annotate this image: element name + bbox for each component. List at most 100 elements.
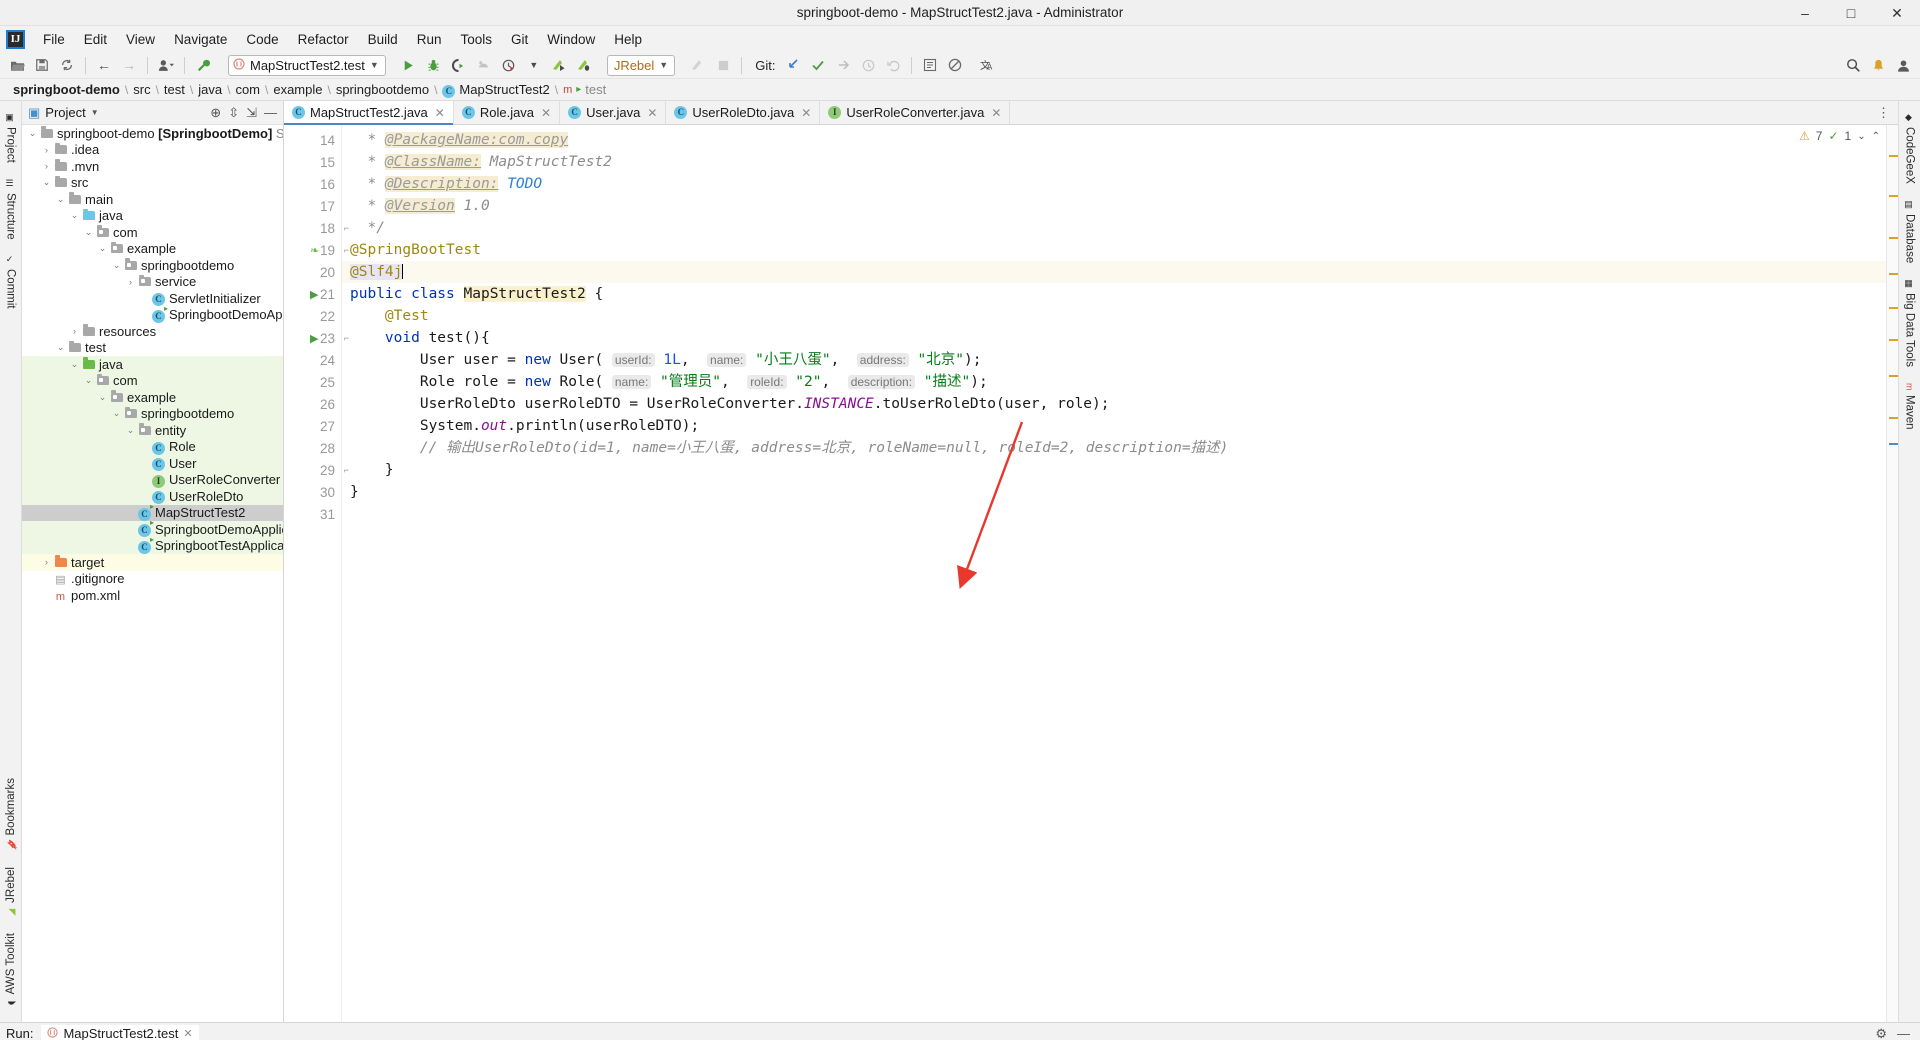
menu-file[interactable]: File [34,29,74,50]
sidebar-tab-jrebel[interactable]: ◣ JRebel [2,859,20,925]
push-icon[interactable] [832,54,854,76]
tree-node-entity[interactable]: ⌄ entity [22,422,283,439]
minimize-button[interactable]: – [1782,0,1828,26]
gutter-line-20[interactable]: 20⌐ [284,261,349,283]
menu-help[interactable]: Help [605,29,651,50]
editor-marker[interactable] [1889,375,1898,377]
chevron-up-icon[interactable]: ⌃ [1872,131,1880,142]
no-entry-icon[interactable] [944,54,966,76]
rollback-icon[interactable] [882,54,904,76]
gutter-line-15[interactable]: 15 [284,151,341,173]
menu-edit[interactable]: Edit [75,29,116,50]
editor-tab-role[interactable]: C Role.java ✕ [453,101,561,124]
breadcrumb-item-springbootdemo[interactable]: springbootdemo [331,81,434,98]
tree-node--idea[interactable]: › .idea [22,142,283,159]
sidebar-tab-commit[interactable]: ✓ Commit [2,247,20,317]
breadcrumb-item-class[interactable]: C MapStructTest2 [437,81,554,99]
sidebar-tab-bookmarks[interactable]: 🔖 Bookmarks [2,770,20,859]
editor-tab-mapstructtest2[interactable]: C MapStructTest2.java ✕ [284,101,454,125]
gutter-line-31[interactable]: 31 [284,503,341,525]
code-line-17[interactable]: * @Version 1.0 [342,195,1886,217]
tree-node-pom-xml[interactable]: m pom.xml [22,587,283,604]
tree-node-java[interactable]: ⌄ java [22,208,283,225]
code-line-30[interactable]: } [342,481,1886,503]
chevron-down-icon[interactable]: ⌄ [40,177,53,188]
tree-node-springbootdemo[interactable]: ⌄ springbootdemo [22,257,283,274]
profiler-icon[interactable] [473,54,495,76]
code-line-20[interactable]: @Slf4j [342,261,1886,283]
code-editor[interactable]: 1415161718⌐❧19⌐20⌐▶2122▶23⌐242526272829⌐… [284,125,1898,1022]
chevron-down-icon[interactable]: ⌄ [1857,131,1865,142]
folder-open-icon[interactable] [6,54,28,76]
tree-node-resources[interactable]: › resources [22,323,283,340]
tree-node-springboottestapplication[interactable]: C▸SpringbootTestApplication [22,535,283,554]
chevron-down-icon[interactable]: ▼ [659,60,668,70]
code-line-19[interactable]: @SpringBootTest [342,239,1886,261]
tree-node-user[interactable]: C User [22,455,283,472]
tree-node-target[interactable]: › target [22,554,283,571]
gear-icon[interactable]: ⚙ [1875,1026,1887,1040]
gutter-line-14[interactable]: 14 [284,129,341,151]
chevron-right-icon[interactable]: › [40,557,53,567]
code-line-18[interactable]: */ [342,217,1886,239]
code-line-24[interactable]: User user = new User( userId: 1L, name: … [342,349,1886,371]
save-icon[interactable] [31,54,53,76]
wrench-icon[interactable] [192,54,214,76]
gutter-line-17[interactable]: 17 [284,195,341,217]
sidebar-tab-project[interactable]: ▣ Project [2,105,20,171]
jrebel-run-icon[interactable] [548,54,570,76]
chevron-down-icon[interactable]: ⌄ [82,375,95,386]
editor-marker[interactable] [1889,417,1898,419]
debug-icon[interactable] [423,54,445,76]
menu-navigate[interactable]: Navigate [165,29,236,50]
gutter-line-24[interactable]: 24 [284,349,341,371]
run-panel-tab[interactable]: MapStructTest2.test ✕ [41,1025,199,1040]
chevron-right-icon[interactable]: › [40,161,53,171]
sidebar-tab-maven[interactable]: m Maven [1901,375,1919,437]
tree-node-servletinitializer[interactable]: C ServletInitializer [22,290,283,307]
chevron-down-icon[interactable]: ▼ [370,60,379,70]
tree-node-com[interactable]: ⌄ com [22,224,283,241]
chevron-down-icon[interactable]: ⌄ [82,227,95,238]
close-icon[interactable]: ✕ [801,106,811,120]
chevron-down-icon[interactable]: ⌄ [68,210,81,221]
code-line-28[interactable]: // 输出UserRoleDto(id=1, name=小王八蛋, addres… [342,437,1886,459]
editor-code-area[interactable]: * @PackageName:com.copy * @ClassName: Ma… [342,125,1886,1022]
minimize-icon[interactable]: — [1897,1026,1910,1040]
tree-node-example[interactable]: ⌄ example [22,241,283,258]
close-icon[interactable]: ✕ [183,1027,192,1040]
close-icon[interactable]: ✕ [541,106,551,120]
spring-bean-icon[interactable]: ❧ [310,244,319,257]
sidebar-tab-bigdatatools[interactable]: ▦ Big Data Tools [1901,271,1919,375]
sidebar-tab-codegeex[interactable]: ◆ CodeGeeX [1901,105,1919,192]
chevron-down-icon[interactable]: ⌄ [54,342,67,353]
code-line-27[interactable]: System.out.println(userRoleDTO); [342,415,1886,437]
gutter-line-22[interactable]: 22 [284,305,341,327]
history-icon[interactable] [857,54,879,76]
run-icon[interactable] [398,54,420,76]
tree-node-springboot-demo[interactable]: ⌄ springboot-demo [SpringbootDemo] Spring… [22,125,283,142]
breadcrumb-item-method[interactable]: m ▸ test [558,81,611,98]
code-line-26[interactable]: UserRoleDto userRoleDTO = UserRoleConver… [342,393,1886,415]
sidebar-tab-database[interactable]: ▤ Database [1901,192,1919,271]
tree-node-springbootdemoapplicati[interactable]: C▸SpringbootDemoApplicati [22,304,283,324]
inspection-widget[interactable]: ⚠ 7 ✓ 1 ⌄ ⌃ [1799,129,1880,143]
chevron-down-icon[interactable]: ⌄ [96,392,109,403]
menu-view[interactable]: View [117,29,164,50]
editor-tab-userroleconverter[interactable]: I UserRoleConverter.java ✕ [820,101,1011,124]
gutter-line-29[interactable]: 29 ⌐ [284,459,349,481]
hide-icon[interactable]: — [264,105,277,121]
menu-git[interactable]: Git [502,29,537,50]
tree-node-example[interactable]: ⌄ example [22,389,283,406]
file-structure-icon[interactable] [919,54,941,76]
chevron-down-icon[interactable]: ⌄ [110,260,123,271]
code-line-16[interactable]: * @Description: TODO [342,173,1886,195]
tree-node-com[interactable]: ⌄ com [22,372,283,389]
menu-tools[interactable]: Tools [451,29,501,50]
run-coverage-icon[interactable] [448,54,470,76]
sidebar-tab-aws[interactable]: ☁ AWS Toolkit [2,925,20,1016]
run-gutter-icon[interactable]: ▶ [310,332,318,345]
update-project-icon[interactable] [782,54,804,76]
editor-gutter[interactable]: 1415161718⌐❧19⌐20⌐▶2122▶23⌐242526272829⌐… [284,125,349,1022]
target-icon[interactable]: ⊕ [210,105,221,121]
